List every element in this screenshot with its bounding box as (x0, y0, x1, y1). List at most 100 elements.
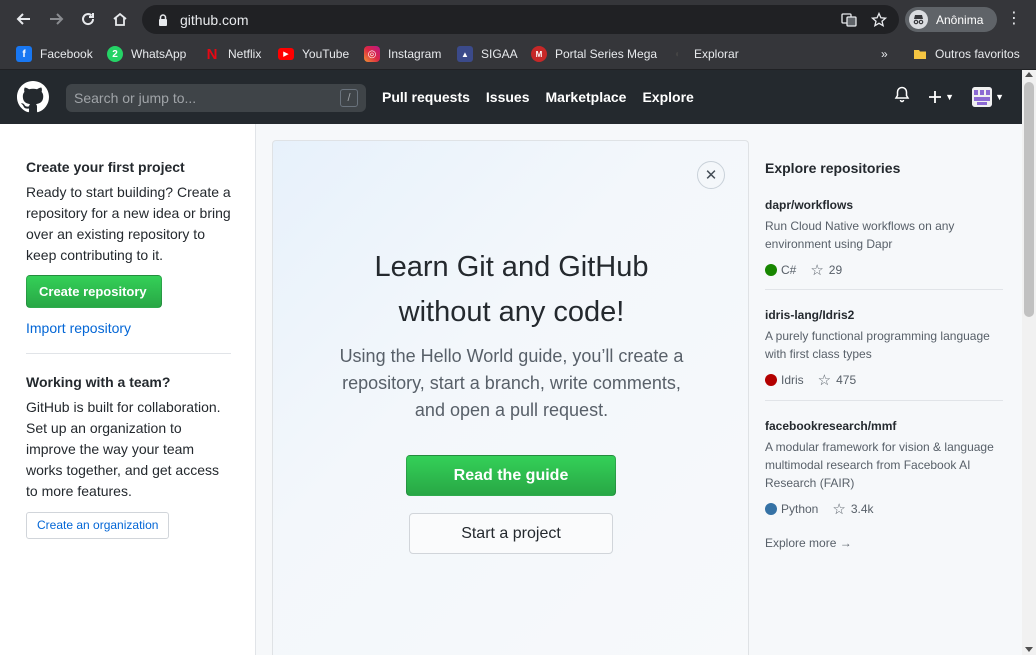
bookmark-youtube[interactable]: ▶ YouTube (278, 44, 349, 64)
sigaa-icon: ▲ (457, 46, 473, 62)
import-repository-link[interactable]: Import repository (26, 320, 131, 336)
reload-icon[interactable] (77, 8, 99, 30)
bookmark-netflix[interactable]: N Netflix (204, 44, 262, 64)
left-sidebar: Create your first project Ready to start… (0, 124, 256, 655)
explorar-icon: ◐ (674, 48, 682, 60)
caret-down-icon: ▼ (945, 92, 955, 102)
team-text: GitHub is built for collaboration. Set u… (26, 399, 221, 499)
other-bookmarks[interactable]: Outros favoritos (913, 44, 1020, 64)
card-title: Learn Git and GitHub without any code! (273, 245, 750, 335)
repo-stars[interactable]: 475 (836, 373, 856, 387)
explore-repositories-heading: Explore repositories (765, 160, 901, 176)
repo-meta: C# ☆ 29 (765, 261, 1003, 279)
scroll-up-arrow-icon[interactable] (1025, 72, 1033, 77)
create-repository-button[interactable]: Create repository (26, 275, 162, 308)
star-icon: ☆ (810, 262, 824, 279)
bookmark-label: Portal Series Mega (555, 47, 658, 61)
create-project-text: Ready to start building? Create a reposi… (26, 184, 231, 263)
browser-toolbar: github.com Anônima ⋮ (0, 0, 1036, 38)
create-organization-button[interactable]: Create an organization (26, 512, 170, 539)
scroll-down-arrow-icon[interactable] (1025, 647, 1033, 652)
repo-name-link[interactable]: idris-lang/Idris2 (765, 308, 1003, 322)
language-color-dot (765, 264, 777, 276)
facebook-icon: f (16, 46, 32, 62)
bookmark-explorar[interactable]: ◐ Explorar (670, 44, 739, 64)
repo-language: C# (781, 263, 797, 277)
bookmarks-overflow-icon[interactable]: » (881, 44, 888, 64)
explore-repositories-panel: Explore repositories dapr/workflows Run … (765, 140, 1005, 550)
repo-card: idris-lang/Idris2 A purely functional pr… (765, 308, 1003, 401)
scroll-thumb[interactable] (1024, 82, 1034, 317)
incognito-icon (909, 10, 928, 29)
repo-card: dapr/workflows Run Cloud Native workflow… (765, 198, 1003, 290)
search-input[interactable] (74, 90, 334, 106)
bookmark-label: Explorar (694, 47, 739, 61)
nav-explore[interactable]: Explore (642, 89, 693, 105)
caret-down-icon: ▼ (995, 92, 1004, 102)
user-menu-dropdown[interactable]: ▼ (972, 87, 1004, 107)
repo-stars[interactable]: 3.4k (851, 502, 874, 516)
bookmark-facebook[interactable]: f Facebook (16, 44, 93, 64)
slash-shortcut-key: / (340, 89, 358, 107)
translate-icon[interactable] (841, 12, 857, 28)
repo-language: Python (781, 502, 819, 516)
repo-description: Run Cloud Native workflows on any enviro… (765, 219, 955, 251)
repo-stars[interactable]: 29 (829, 263, 842, 277)
nav-marketplace[interactable]: Marketplace (546, 89, 627, 105)
read-guide-button[interactable]: Read the guide (406, 455, 616, 496)
explore-more-link[interactable]: Explore more → (765, 536, 1005, 550)
other-bookmarks-label: Outros favoritos (935, 47, 1020, 61)
repo-description: A modular framework for vision & languag… (765, 440, 994, 490)
start-project-button[interactable]: Start a project (409, 513, 613, 554)
address-bar[interactable]: github.com (142, 5, 899, 34)
nav-issues[interactable]: Issues (486, 89, 530, 105)
header-nav: Pull requests Issues Marketplace Explore (382, 70, 694, 124)
bookmark-label: Netflix (228, 47, 262, 61)
portal-series-icon: M (531, 46, 547, 62)
divider (26, 353, 231, 354)
card-subtitle: Using the Hello World guide, you’ll crea… (339, 346, 684, 420)
bookmark-portal-series[interactable]: M Portal Series Mega (531, 44, 657, 64)
repo-name-link[interactable]: facebookresearch/mmf (765, 419, 1003, 433)
avatar (972, 87, 993, 107)
create-new-dropdown[interactable]: ▼ (928, 90, 954, 104)
repo-name-link[interactable]: dapr/workflows (765, 198, 1003, 212)
bookmark-label: Facebook (40, 47, 93, 61)
bookmark-whatsapp[interactable]: 2 WhatsApp (107, 44, 186, 64)
language-color-dot (765, 503, 777, 515)
bookmark-instagram[interactable]: ◎ Instagram (364, 44, 441, 64)
language-color-dot (765, 374, 777, 386)
create-project-heading: Create your first project (26, 159, 185, 175)
learn-git-card: ✕ Learn Git and GitHub without any code!… (272, 140, 749, 655)
bookmark-sigaa[interactable]: ▲ SIGAA (457, 44, 518, 64)
bell-icon[interactable] (894, 86, 910, 108)
forward-arrow-icon[interactable] (45, 8, 67, 30)
repo-meta: Idris ☆ 475 (765, 371, 1003, 389)
repo-card: facebookresearch/mmf A modular framework… (765, 419, 1003, 518)
search-box[interactable]: / (66, 84, 366, 112)
nav-pull-requests[interactable]: Pull requests (382, 89, 470, 105)
star-icon: ☆ (832, 501, 846, 518)
netflix-icon: N (206, 45, 218, 63)
bookmark-label: Instagram (388, 47, 442, 61)
plus-icon (929, 91, 942, 103)
incognito-profile-button[interactable]: Anônima (905, 7, 997, 32)
browser-menu-icon[interactable]: ⋮ (1006, 9, 1022, 29)
page-scrollbar[interactable] (1022, 70, 1036, 655)
card-title-line: without any code! (398, 296, 625, 328)
lock-icon (159, 13, 167, 26)
home-icon[interactable] (109, 8, 131, 30)
star-bookmark-icon[interactable] (871, 11, 887, 28)
instagram-icon: ◎ (364, 46, 380, 62)
youtube-icon: ▶ (278, 48, 294, 60)
bookmark-label: SIGAA (481, 47, 518, 61)
close-icon[interactable]: ✕ (697, 161, 725, 189)
whatsapp-icon: 2 (107, 46, 123, 62)
bookmark-label: YouTube (302, 47, 350, 61)
header-actions: ▼ ▼ (894, 70, 1004, 124)
repo-description: A purely functional programming language… (765, 329, 990, 361)
folder-icon (914, 50, 926, 59)
repo-meta: Python ☆ 3.4k (765, 500, 1003, 518)
github-logo-icon[interactable] (17, 81, 49, 113)
back-arrow-icon[interactable] (13, 8, 35, 30)
